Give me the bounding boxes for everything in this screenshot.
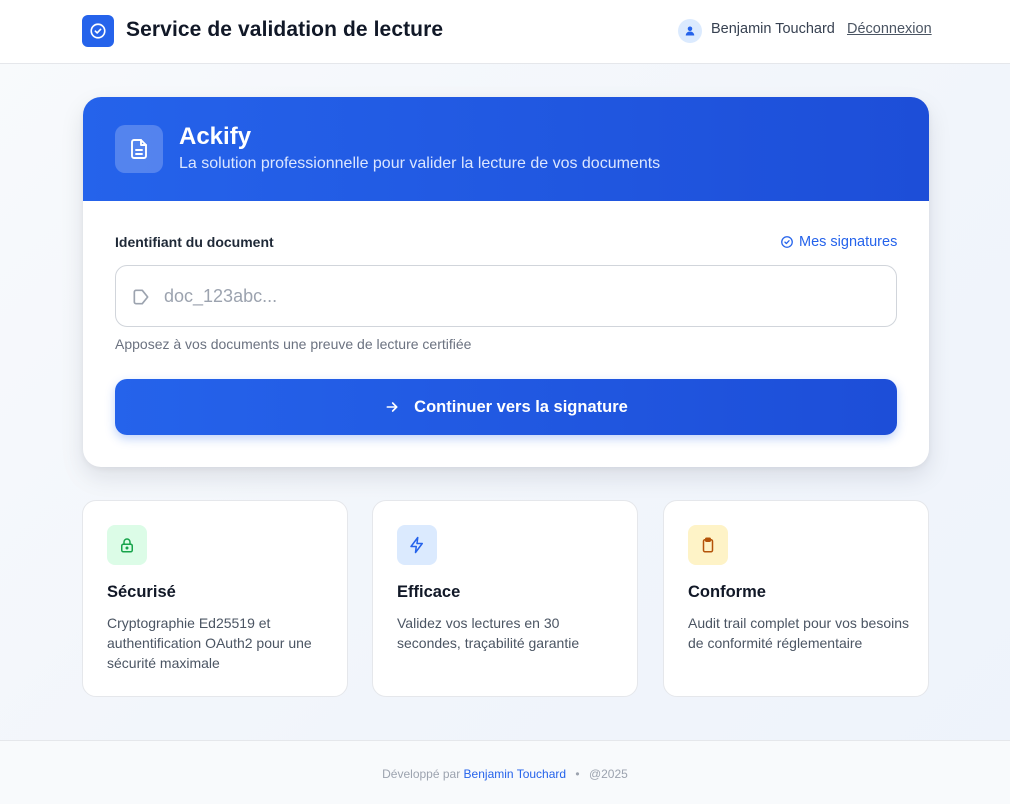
my-signatures-link[interactable]: Mes signatures bbox=[780, 234, 897, 250]
hero-title: Ackify bbox=[179, 123, 252, 150]
feature-card-compliant: Conforme Audit trail complet pour vos be… bbox=[663, 500, 929, 697]
feature-title: Sécurisé bbox=[107, 583, 176, 601]
check-badge-icon bbox=[82, 15, 114, 47]
document-id-field bbox=[115, 265, 897, 327]
footer-author-link[interactable]: Benjamin Touchard bbox=[464, 767, 567, 781]
document-card: Ackify La solution professionnelle pour … bbox=[83, 97, 929, 467]
top-header: Service de validation de lecture Benjami… bbox=[0, 0, 1010, 64]
feature-description: Validez vos lectures en 30 secondes, tra… bbox=[397, 615, 580, 651]
lightning-icon bbox=[397, 525, 437, 565]
footer-prefix: Développé par bbox=[382, 767, 461, 781]
user-name: Benjamin Touchard bbox=[711, 21, 835, 37]
footer: Développé par Benjamin Touchard • @2025 bbox=[0, 740, 1010, 804]
document-icon bbox=[115, 125, 163, 173]
user-avatar-icon bbox=[678, 19, 702, 43]
feature-description: Cryptographie Ed25519 et authentificatio… bbox=[107, 615, 312, 671]
app-title: Service de validation de lecture bbox=[126, 18, 444, 41]
footer-year: @2025 bbox=[588, 767, 628, 781]
footer-credits: Développé par Benjamin Touchard • @2025 bbox=[0, 767, 1010, 781]
arrow-right-icon bbox=[386, 402, 398, 412]
feature-card-efficient: Efficace Validez vos lectures en 30 seco… bbox=[372, 500, 638, 697]
document-id-label: Identifiant du document bbox=[115, 234, 274, 250]
continue-button-label: Continuer vers la signature bbox=[414, 397, 628, 416]
document-id-input[interactable] bbox=[164, 274, 884, 318]
logout-link[interactable]: Déconnexion bbox=[847, 21, 932, 37]
feature-title: Conforme bbox=[688, 583, 766, 601]
my-signatures-label: Mes signatures bbox=[799, 234, 898, 250]
feature-description: Audit trail complet pour vos besoins de … bbox=[688, 615, 909, 651]
feature-card-secure: Sécurisé Cryptographie Ed25519 et authen… bbox=[82, 500, 348, 697]
helper-text: Apposez à vos documents une preuve de le… bbox=[115, 336, 472, 352]
tag-icon bbox=[133, 289, 149, 305]
card-hero: Ackify La solution professionnelle pour … bbox=[83, 97, 929, 201]
hero-subtitle: La solution professionnelle pour valider… bbox=[179, 155, 661, 172]
continue-button[interactable]: Continuer vers la signature bbox=[115, 379, 897, 435]
lock-icon bbox=[107, 525, 147, 565]
check-circle-icon bbox=[781, 236, 793, 248]
clipboard-icon bbox=[688, 525, 728, 565]
footer-separator: • bbox=[575, 767, 580, 781]
feature-title: Efficace bbox=[397, 583, 461, 601]
